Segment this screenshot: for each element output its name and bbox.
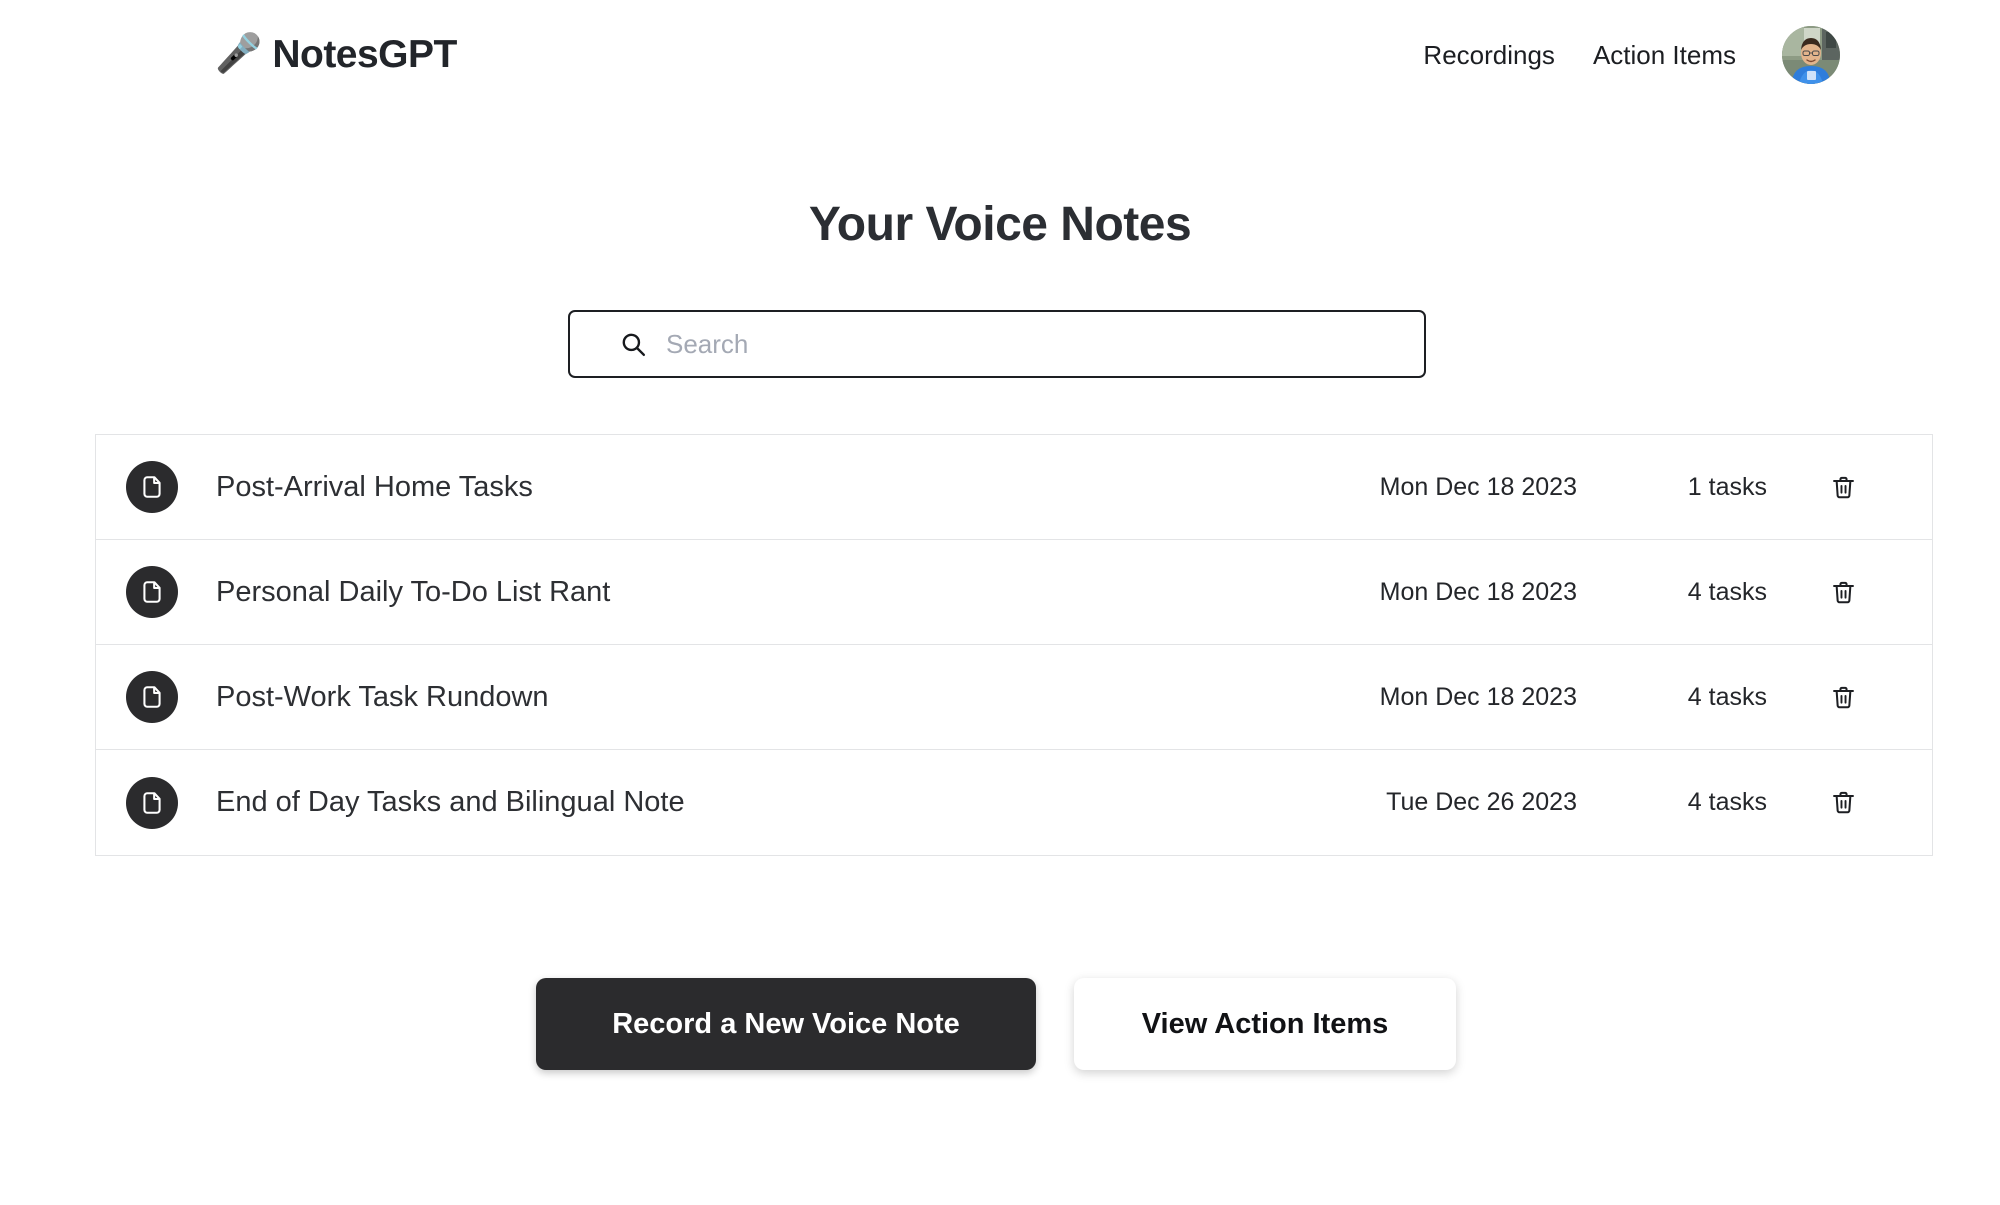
nav-link-action-items[interactable]: Action Items [1593, 40, 1736, 71]
note-date: Mon Dec 18 2023 [1379, 472, 1577, 501]
note-task-count: 1 tasks [1687, 472, 1767, 501]
avatar[interactable] [1782, 26, 1840, 84]
trash-icon [1833, 476, 1854, 498]
table-row[interactable]: Post-Arrival Home Tasks Mon Dec 18 2023 … [96, 435, 1932, 540]
note-date: Mon Dec 18 2023 [1379, 682, 1577, 711]
document-icon [126, 671, 178, 723]
table-row[interactable]: End of Day Tasks and Bilingual Note Tue … [96, 750, 1932, 855]
brand-logo[interactable]: 🎤 NotesGPT [215, 33, 457, 77]
table-row[interactable]: Personal Daily To-Do List Rant Mon Dec 1… [96, 540, 1932, 645]
note-title: Personal Daily To-Do List Rant [216, 575, 611, 608]
note-date: Mon Dec 18 2023 [1379, 577, 1577, 606]
delete-note-button[interactable] [1767, 684, 1857, 711]
main-nav: Recordings Action Items [1423, 26, 1840, 84]
note-task-count: 4 tasks [1687, 577, 1767, 606]
document-icon [126, 461, 178, 513]
trash-icon [1833, 581, 1854, 603]
bottom-actions: Record a New Voice Note View Action Item… [0, 978, 2000, 1070]
document-icon [126, 776, 178, 829]
note-task-count: 4 tasks [1687, 682, 1767, 711]
note-title: Post-Work Task Rundown [216, 680, 549, 713]
brand-name: NotesGPT [272, 33, 457, 76]
trash-icon [1833, 686, 1854, 708]
note-title: End of Day Tasks and Bilingual Note [216, 786, 685, 818]
microphone-icon: 🎤 [215, 33, 263, 75]
delete-note-button[interactable] [1767, 579, 1857, 606]
delete-note-button[interactable] [1767, 789, 1857, 816]
page-header: 🎤 NotesGPT Recordings Action Items [0, 0, 2000, 110]
document-icon [126, 566, 178, 618]
avatar-image [1782, 26, 1840, 84]
table-row[interactable]: Post-Work Task Rundown Mon Dec 18 2023 4… [96, 645, 1932, 750]
trash-icon [1833, 791, 1854, 814]
note-date: Tue Dec 26 2023 [1386, 788, 1577, 816]
record-new-voice-note-button[interactable]: Record a New Voice Note [536, 978, 1036, 1070]
delete-note-button[interactable] [1767, 474, 1857, 501]
notes-list: Post-Arrival Home Tasks Mon Dec 18 2023 … [95, 434, 1933, 856]
nav-link-recordings[interactable]: Recordings [1423, 40, 1555, 71]
search-box[interactable] [568, 310, 1426, 378]
view-action-items-button[interactable]: View Action Items [1074, 978, 1456, 1070]
search-input[interactable] [666, 324, 1366, 364]
page-title: Your Voice Notes [808, 198, 1192, 251]
search-icon [622, 333, 646, 357]
note-task-count: 4 tasks [1687, 788, 1767, 816]
note-title: Post-Arrival Home Tasks [216, 470, 533, 503]
